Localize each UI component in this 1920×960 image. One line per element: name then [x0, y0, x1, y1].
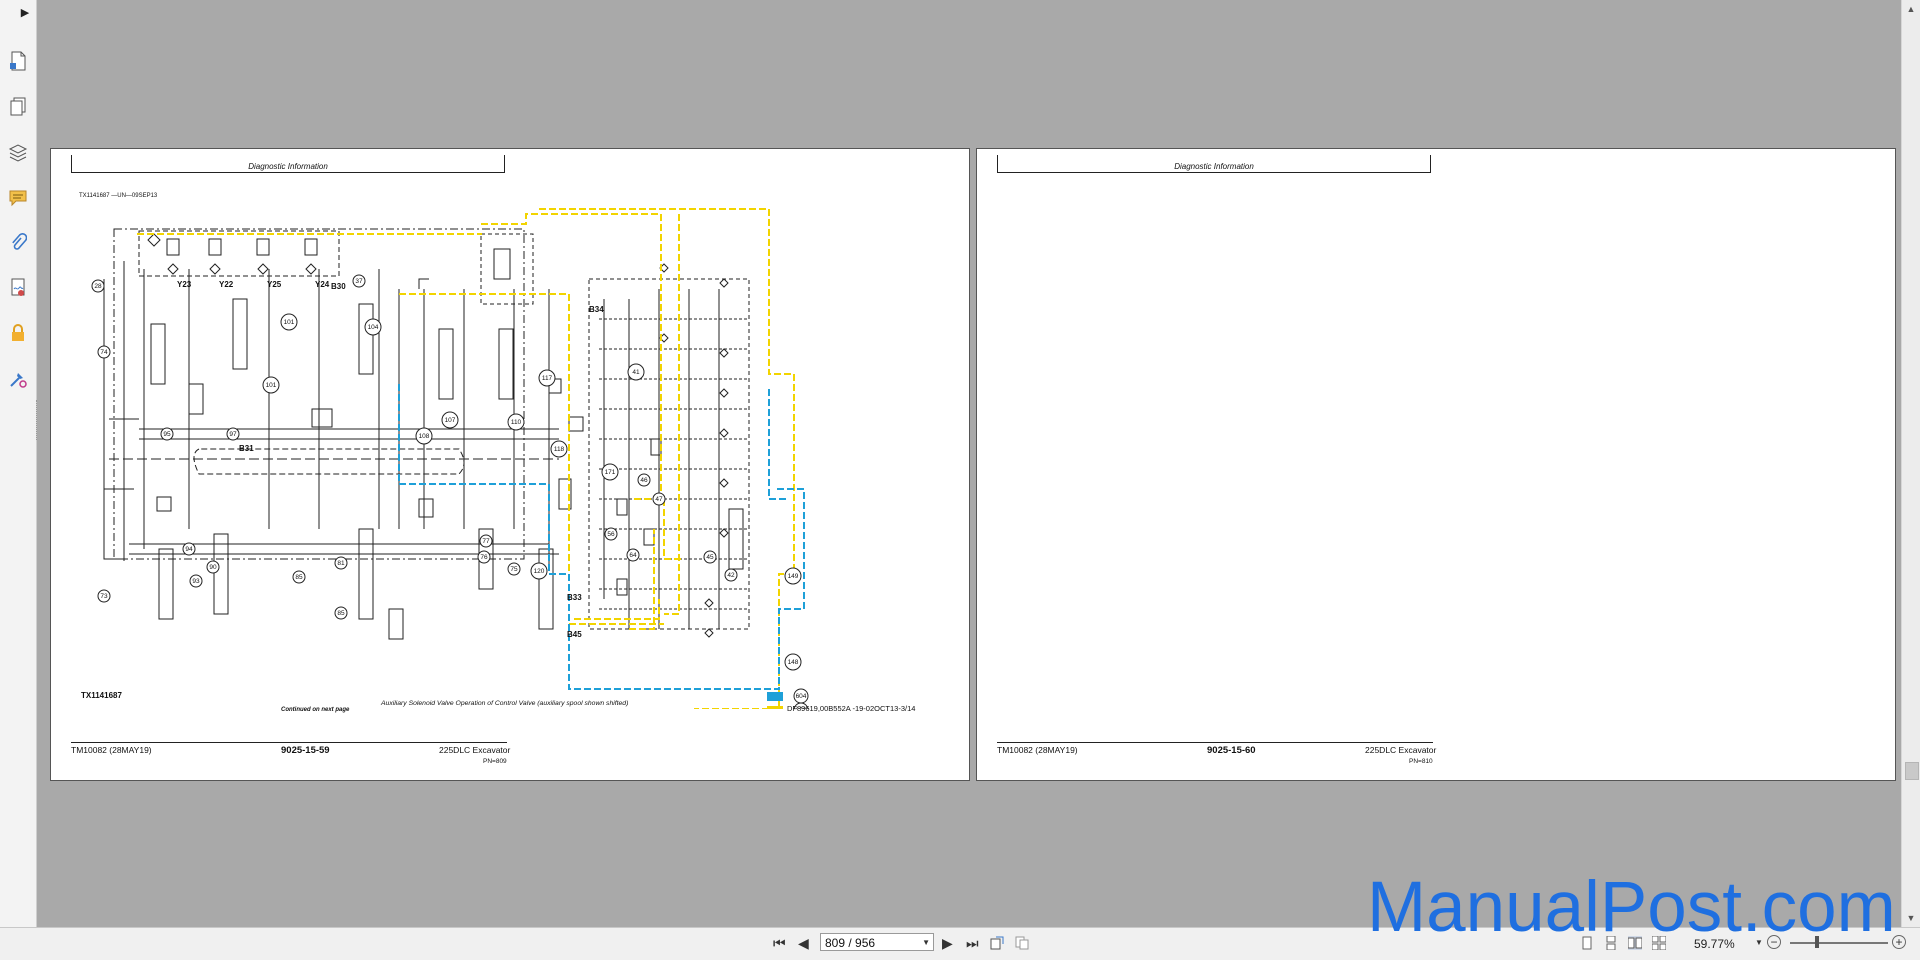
document-page-right: Diagnostic Information TM10082 (28MAY19)… — [976, 148, 1896, 781]
figure-caption: Auxiliary Solenoid Valve Operation of Co… — [381, 700, 629, 707]
callout: 37 — [355, 278, 363, 285]
first-page-icon[interactable]: ⏮ — [773, 936, 786, 950]
solenoid-label: Y23 — [177, 280, 192, 289]
callout: 97 — [229, 431, 237, 438]
signature-icon[interactable] — [7, 277, 29, 299]
footer-pn: PN=810 — [1409, 758, 1433, 765]
figure-reference: DF89619,00B552A -19-02OCT13-3/14 — [787, 704, 916, 713]
page-header: Diagnostic Information — [248, 162, 328, 171]
callout: 148 — [788, 659, 799, 666]
expand-panel-icon[interactable]: ▶ — [18, 6, 32, 20]
document-page-left: Diagnostic Information TX1141687 —UN—09S… — [50, 148, 970, 781]
footer-pn: PN=809 — [483, 758, 507, 765]
callout: 107 — [445, 417, 456, 424]
callout: 93 — [192, 578, 200, 585]
callout: 77 — [482, 538, 490, 545]
callout: 46 — [640, 477, 648, 484]
vertical-scrollbar[interactable]: ▲ ▼ — [1901, 0, 1920, 927]
callout: 47 — [655, 496, 663, 503]
callout: 56 — [607, 531, 615, 538]
page-indicator: 809 / 956 — [825, 936, 876, 950]
callout: 118 — [554, 446, 565, 453]
page-header-box: Diagnostic Information — [997, 155, 1431, 173]
hydraulic-schematic: 28 37 74 104 101 117 95 97 101 108 107 1… — [91, 208, 809, 709]
callout: 85 — [295, 574, 303, 581]
callout: 85 — [337, 610, 345, 617]
left-sidebar: ▶ — [0, 0, 37, 927]
footer-rule — [71, 742, 507, 743]
pages-icon[interactable] — [7, 96, 29, 118]
footer-page-number: 9025-15-60 — [1207, 745, 1256, 756]
callout: 95 — [163, 431, 171, 438]
fit-width-icon[interactable] — [1015, 936, 1029, 950]
scroll-down-icon[interactable]: ▼ — [1906, 913, 1916, 923]
callout: 101 — [284, 319, 295, 326]
callout: 110 — [511, 419, 522, 426]
page-header: Diagnostic Information — [1174, 162, 1254, 171]
page-number-input[interactable]: 809 / 956 ▼ — [820, 933, 934, 951]
page-thumbnail-icon[interactable] — [7, 50, 29, 72]
solenoid-label: Y24 — [315, 280, 330, 289]
scroll-up-icon[interactable]: ▲ — [1906, 4, 1916, 14]
fit-page-icon[interactable] — [990, 936, 1004, 950]
callout: 74 — [100, 349, 108, 356]
footer-model: 225DLC Excavator — [1365, 745, 1437, 755]
layers-icon[interactable] — [7, 142, 29, 164]
callout: 64 — [629, 552, 637, 559]
tools-icon[interactable] — [7, 368, 29, 390]
callout: 171 — [605, 469, 616, 476]
continued-note: Continued on next page — [281, 707, 350, 713]
callout: 94 — [185, 546, 193, 553]
sensor-label: B34 — [589, 305, 604, 314]
callout: 120 — [534, 568, 545, 575]
last-page-icon[interactable]: ⏭ — [966, 936, 979, 950]
callout: 104 — [368, 324, 379, 331]
sidebar-resize-handle[interactable] — [36, 400, 41, 440]
footer-manual-id: TM10082 (28MAY19) — [71, 745, 152, 755]
scroll-thumb[interactable] — [1905, 762, 1919, 780]
page-header-box: Diagnostic Information — [71, 155, 505, 173]
sensor-label: B45 — [567, 630, 582, 639]
lock-icon[interactable] — [7, 322, 29, 344]
callout: 117 — [542, 375, 553, 382]
watermark: ManualPost.com — [1367, 868, 1896, 947]
solenoid-label: Y22 — [219, 280, 234, 289]
callout: 45 — [706, 554, 714, 561]
callout: 149 — [788, 573, 799, 580]
previous-page-icon[interactable]: ◀ — [798, 936, 809, 950]
callout: 76 — [480, 554, 488, 561]
callout: 101 — [266, 382, 277, 389]
callout: 90 — [209, 564, 217, 571]
attachment-icon[interactable] — [7, 232, 29, 254]
callout: 73 — [100, 593, 108, 600]
chevron-down-icon[interactable]: ▼ — [922, 934, 930, 952]
callout: 108 — [419, 433, 430, 440]
callout: 75 — [510, 566, 518, 573]
callout: 41 — [632, 369, 640, 376]
callout: 604 — [796, 693, 807, 700]
callout: 42 — [727, 572, 735, 579]
sensor-label: B31 — [239, 444, 254, 453]
sensor-label: B30 — [331, 282, 346, 291]
next-page-icon[interactable]: ▶ — [942, 936, 953, 950]
footer-model: 225DLC Excavator — [439, 745, 511, 755]
footer-manual-id: TM10082 (28MAY19) — [997, 745, 1078, 755]
comment-icon[interactable] — [7, 187, 29, 209]
footer-rule — [997, 742, 1433, 743]
footer-page-number: 9025-15-59 — [281, 745, 330, 756]
callout: 28 — [94, 283, 102, 290]
callout: 81 — [337, 560, 345, 567]
solenoid-label: Y25 — [267, 280, 282, 289]
figure-label: TX1141687 — [81, 691, 122, 700]
sensor-label: B33 — [567, 593, 582, 602]
